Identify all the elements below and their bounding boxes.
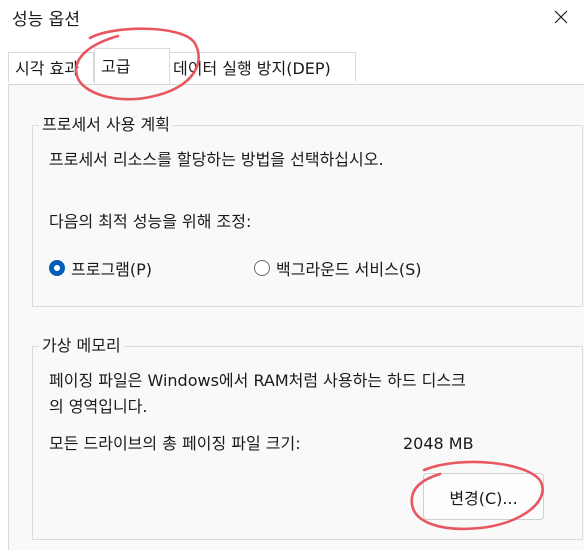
virtual-memory-description-line1: 페이징 파일은 Windows에서 RAM처럼 사용하는 하드 디스크 — [49, 371, 466, 390]
close-icon — [554, 10, 568, 24]
change-button[interactable]: 변경(C)... — [423, 473, 544, 520]
paging-total-value: 2048 MB — [403, 434, 474, 453]
radio-background-services-label: 백그라운드 서비스(S) — [276, 260, 422, 279]
virtual-memory-heading: 가상 메모리 — [39, 336, 124, 356]
tab-visual-effects[interactable]: 시각 효과 — [8, 52, 94, 82]
paging-total-label: 모든 드라이브의 총 페이징 파일 크기: — [49, 434, 301, 453]
tab-dep[interactable]: 데이터 실행 방지(DEP) — [166, 52, 356, 82]
processor-scheduling-description: 프로세서 리소스를 할당하는 방법을 선택하십시오. — [49, 150, 384, 169]
radio-background-services[interactable]: 백그라운드 서비스(S) — [254, 256, 422, 280]
radio-background-services-indicator[interactable] — [254, 260, 270, 276]
radio-programs[interactable]: 프로그램(P) — [49, 256, 152, 280]
processor-scheduling-heading: 프로세서 사용 계획 — [39, 115, 173, 135]
tab-strip: 시각 효과 데이터 실행 방지(DEP) 고급 — [8, 48, 584, 84]
adjust-label: 다음의 최적 성능을 위해 조정: — [49, 212, 252, 231]
close-button[interactable] — [538, 0, 584, 34]
tab-advanced[interactable]: 고급 — [94, 48, 170, 84]
virtual-memory-description-line2: 의 영역입니다. — [49, 397, 148, 416]
window-title: 성능 옵션 — [12, 10, 80, 30]
title-bar: 성능 옵션 — [0, 0, 584, 34]
radio-programs-indicator[interactable] — [49, 260, 65, 276]
radio-programs-label: 프로그램(P) — [71, 260, 153, 279]
